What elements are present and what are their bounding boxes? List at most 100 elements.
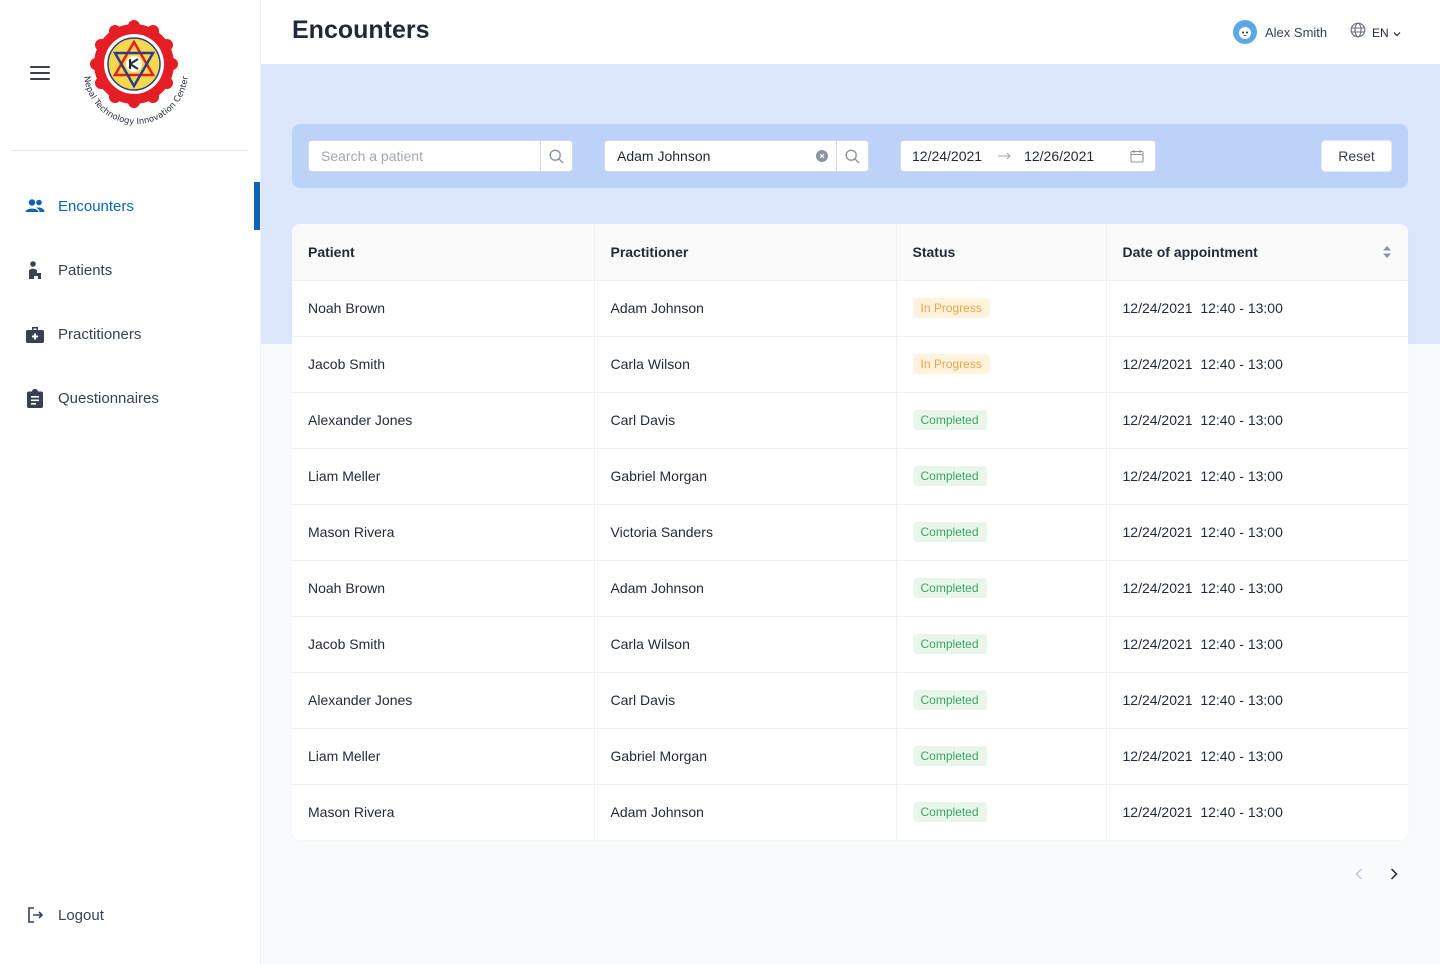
patient-cell: Alexander Jones xyxy=(292,672,595,729)
patient-cell: Jacob Smith xyxy=(292,336,595,393)
sidebar-item-label: Questionnaires xyxy=(58,389,159,407)
table-row[interactable]: Mason Rivera Victoria Sanders Completed 12/… xyxy=(292,504,1408,561)
clipboard-icon xyxy=(24,387,46,409)
table-row[interactable]: Jacob Smith Carla Wilson In Progress 12/24/… xyxy=(292,336,1408,393)
table-row[interactable]: Liam Meller Gabriel Morgan Completed 12/24/… xyxy=(292,448,1408,505)
date-range-picker: 12/24/2021 12/26/2021 xyxy=(900,140,1156,172)
clear-icon[interactable] xyxy=(816,150,828,162)
date-from[interactable]: 12/24/2021 xyxy=(912,148,982,164)
language-code: EN xyxy=(1372,25,1389,40)
filter-bar: 12/24/2021 12/26/2021 Reset xyxy=(292,124,1408,188)
table-header-row: Patient Practitioner Status Date of appo… xyxy=(292,224,1408,281)
globe-icon xyxy=(1350,22,1366,43)
status-badge: Completed xyxy=(912,690,987,710)
sidebar-item-questionnaires[interactable]: Questionnaires xyxy=(0,374,261,422)
status-cell: Completed xyxy=(896,672,1107,729)
practitioner-cell: Gabriel Morgan xyxy=(594,448,897,505)
medical-kit-icon xyxy=(24,323,46,345)
column-header-date-label: Date of appointment xyxy=(1122,243,1258,260)
patient-cell: Liam Meller xyxy=(292,448,595,505)
patient-search-input[interactable] xyxy=(308,140,540,172)
sidebar-nav: Encounters Patients Practitioners Questi… xyxy=(0,182,261,438)
patient-cell: Jacob Smith xyxy=(292,616,595,673)
sidebar-item-patients[interactable]: Patients xyxy=(0,246,261,294)
patient-cell: Noah Brown xyxy=(292,280,595,337)
patient-cell: Liam Meller xyxy=(292,728,595,785)
sort-icon[interactable] xyxy=(1382,245,1392,259)
user-name: Alex Smith xyxy=(1265,24,1328,40)
column-header-status: Status xyxy=(896,224,1107,281)
hamburger-menu-icon[interactable] xyxy=(30,66,50,80)
avatar xyxy=(1233,20,1257,44)
table-row[interactable]: Alexander Jones Carl Davis Completed 12/24/… xyxy=(292,392,1408,449)
reset-button[interactable]: Reset xyxy=(1321,140,1392,172)
status-badge: Completed xyxy=(912,522,987,542)
next-page-button[interactable] xyxy=(1385,864,1403,884)
status-cell: Completed xyxy=(896,728,1107,785)
status-cell: In Progress xyxy=(896,280,1107,337)
date-cell: 12/24/2021 12:40 - 13:00 xyxy=(1106,392,1408,449)
column-header-date[interactable]: Date of appointment xyxy=(1106,224,1408,281)
page-title: Encounters xyxy=(292,16,430,44)
patient-cell: Mason Rivera xyxy=(292,784,595,840)
status-cell: Completed xyxy=(896,784,1107,840)
practitioner-cell: Carl Davis xyxy=(594,392,897,449)
practitioner-cell: Adam Johnson xyxy=(594,560,897,617)
language-selector[interactable]: EN xyxy=(1350,22,1401,43)
practitioner-cell: Gabriel Morgan xyxy=(594,728,897,785)
status-cell: Completed xyxy=(896,392,1107,449)
table-row[interactable]: Liam Meller Gabriel Morgan Completed 12/24/… xyxy=(292,728,1408,785)
table-row[interactable]: Jacob Smith Carla Wilson Completed 12/24/20… xyxy=(292,616,1408,673)
date-cell: 12/24/2021 12:40 - 13:00 xyxy=(1106,672,1408,729)
patient-search-button[interactable] xyxy=(540,140,573,172)
practitioner-cell: Carl Davis xyxy=(594,672,897,729)
logout-button[interactable]: Logout xyxy=(24,904,104,926)
status-cell: Completed xyxy=(896,560,1107,617)
sidebar-item-practitioners[interactable]: Practitioners xyxy=(0,310,261,358)
date-cell: 12/24/2021 12:40 - 13:00 xyxy=(1106,504,1408,561)
status-badge: Completed xyxy=(912,802,987,823)
date-to[interactable]: 12/26/2021 xyxy=(1024,148,1094,164)
arrow-right-icon xyxy=(998,149,1012,163)
table-row[interactable]: Mason Rivera Adam Johnson Completed 12/24/2… xyxy=(292,784,1408,840)
patient-cell: Alexander Jones xyxy=(292,392,595,449)
logout-label: Logout xyxy=(58,906,104,924)
table-row[interactable]: Noah Brown Adam Johnson In Progress 12/24/2… xyxy=(292,280,1408,337)
sidebar-item-label: Encounters xyxy=(58,197,134,215)
date-cell: 12/24/2021 12:40 - 13:00 xyxy=(1106,448,1408,505)
date-cell: 12/24/2021 12:40 - 13:00 xyxy=(1106,280,1408,337)
date-cell: 12/24/2021 12:40 - 13:00 xyxy=(1106,616,1408,673)
patient-search xyxy=(308,140,573,172)
sidebar: Nepal Technology Innovation Center Encou… xyxy=(0,0,261,964)
practitioner-search-button[interactable] xyxy=(836,140,869,172)
user-menu[interactable]: Alex Smith xyxy=(1233,20,1327,44)
table-row[interactable]: Noah Brown Adam Johnson Completed 12/24/202… xyxy=(292,560,1408,617)
date-cell: 12/24/2021 12:40 - 13:00 xyxy=(1106,728,1408,785)
status-badge: In Progress xyxy=(912,354,990,374)
status-badge: Completed xyxy=(912,410,987,430)
status-cell: In Progress xyxy=(896,336,1107,393)
date-cell: 12/24/2021 12:40 - 13:00 xyxy=(1122,804,1283,821)
practitioner-cell: Victoria Sanders xyxy=(594,504,897,561)
chevron-left-icon xyxy=(1355,868,1363,880)
previous-page-button[interactable] xyxy=(1350,864,1368,884)
practitioner-cell: Adam Johnson xyxy=(594,784,897,840)
patient-cell: Noah Brown xyxy=(292,560,595,617)
search-icon xyxy=(845,148,860,163)
status-badge: In Progress xyxy=(912,298,990,318)
practitioner-search-input[interactable] xyxy=(604,140,836,172)
sidebar-divider xyxy=(12,150,248,151)
table-row[interactable]: Alexander Jones Carl Davis Completed 12/24/… xyxy=(292,672,1408,729)
calendar-icon[interactable] xyxy=(1130,149,1144,163)
sidebar-item-label: Practitioners xyxy=(58,325,142,343)
table-body: Noah Brown Adam Johnson In Progress 12/24/2… xyxy=(292,280,1408,840)
search-icon xyxy=(549,148,564,163)
status-cell: Completed xyxy=(896,504,1107,561)
status-cell: Completed xyxy=(896,448,1107,505)
practitioner-cell: Adam Johnson xyxy=(594,280,897,337)
status-badge: Completed xyxy=(912,634,987,654)
sidebar-item-encounters[interactable]: Encounters xyxy=(0,182,261,230)
status-badge: Completed xyxy=(912,466,987,486)
practitioner-cell: Carla Wilson xyxy=(594,616,897,673)
organization-logo: Nepal Technology Innovation Center xyxy=(76,20,196,127)
